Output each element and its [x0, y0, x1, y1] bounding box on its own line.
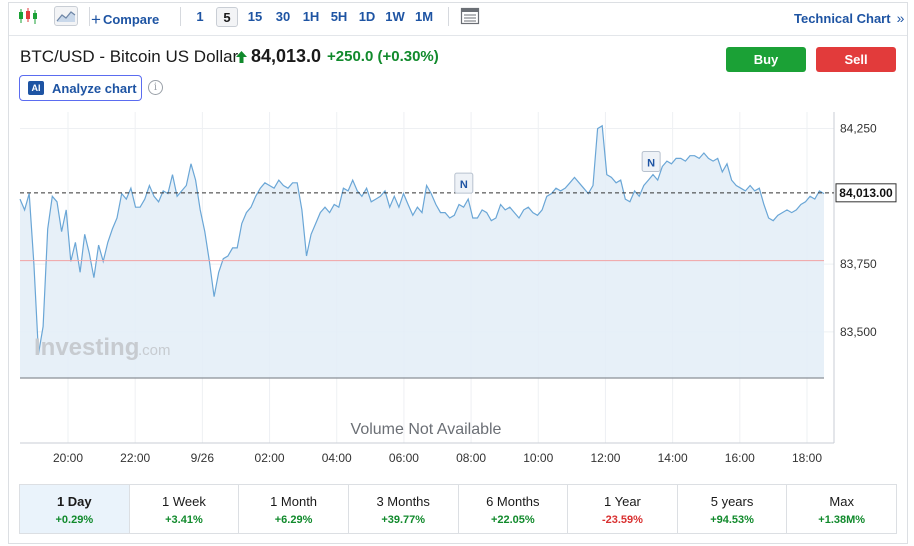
- period-tab[interactable]: 3 Months +39.77%: [349, 485, 459, 533]
- period-label: 5 years: [710, 494, 754, 509]
- period-label: 1 Month: [270, 494, 318, 509]
- period-label: 1 Year: [604, 494, 641, 509]
- period-tab[interactable]: 6 Months +22.05%: [459, 485, 569, 533]
- news-marker: N: [454, 172, 474, 194]
- y-axis: 84,250 83,750 83,500 84,013.00: [835, 122, 897, 339]
- period-tab[interactable]: 1 Week +3.41%: [130, 485, 240, 533]
- x-tick-label: 20:00: [53, 451, 83, 465]
- period-change: +22.05%: [490, 514, 535, 526]
- news-marker: N: [641, 150, 661, 172]
- price-chart[interactable]: NN 84,25083,75083,50084,013.00 20:00 22:0…: [0, 0, 914, 546]
- price-area: [19, 124, 834, 379]
- x-tick-label: 02:00: [255, 451, 285, 465]
- volume-not-available: Volume Not Available: [351, 421, 502, 438]
- period-tab[interactable]: 1 Day +0.29%: [20, 485, 130, 533]
- y-tick-label: 83,750: [840, 257, 877, 271]
- period-change: -23.59%: [601, 514, 643, 526]
- period-change: +3.41%: [165, 514, 203, 526]
- current-price-label: 84,013.00: [839, 186, 893, 200]
- x-tick-label: 9/26: [191, 451, 215, 465]
- period-change: +94.53%: [710, 514, 754, 526]
- x-tick-label: 12:00: [590, 451, 620, 465]
- period-tab[interactable]: 5 years +94.53%: [678, 485, 788, 533]
- period-change: +0.29%: [55, 514, 94, 526]
- period-change: +39.77%: [381, 514, 426, 526]
- x-tick-label: 16:00: [725, 451, 755, 465]
- watermark-suffix: .com: [138, 342, 171, 359]
- period-label: 1 Day: [56, 494, 92, 509]
- period-tab[interactable]: Max +1.38M%: [787, 485, 896, 533]
- watermark-brand: Investing: [34, 334, 139, 361]
- news-marker-label: N: [647, 157, 655, 169]
- period-label: Max: [829, 494, 854, 509]
- period-tab[interactable]: 1 Year -23.59%: [568, 485, 678, 533]
- x-tick-label: 10:00: [523, 451, 553, 465]
- x-tick-label: 22:00: [120, 451, 150, 465]
- period-tab[interactable]: 1 Month +6.29%: [239, 485, 349, 533]
- period-label: 1 Week: [162, 494, 206, 509]
- x-tick-label: 18:00: [792, 451, 822, 465]
- x-tick-label: 06:00: [389, 451, 419, 465]
- x-tick-label: 04:00: [322, 451, 352, 465]
- period-label: 3 Months: [376, 494, 430, 509]
- period-change: +1.38M%: [818, 514, 866, 526]
- news-markers: NN: [454, 150, 661, 194]
- x-axis: 20:00 22:00 9/26 02:00 04:00 06:00 08:00 10:00 1…: [53, 451, 822, 465]
- period-change: +6.29%: [274, 514, 313, 526]
- performance-periods: 1 Day +0.29% 1 Week +3.41% 1 Month +6.29% 3 Mo…: [19, 484, 897, 534]
- x-tick-label: 08:00: [456, 451, 486, 465]
- area-fill: [20, 125, 824, 378]
- y-tick-label: 83,500: [840, 325, 877, 339]
- news-marker-label: N: [460, 179, 468, 191]
- period-label: 6 Months: [486, 494, 540, 509]
- x-tick-label: 14:00: [658, 451, 688, 465]
- y-tick-label: 84,250: [840, 122, 877, 136]
